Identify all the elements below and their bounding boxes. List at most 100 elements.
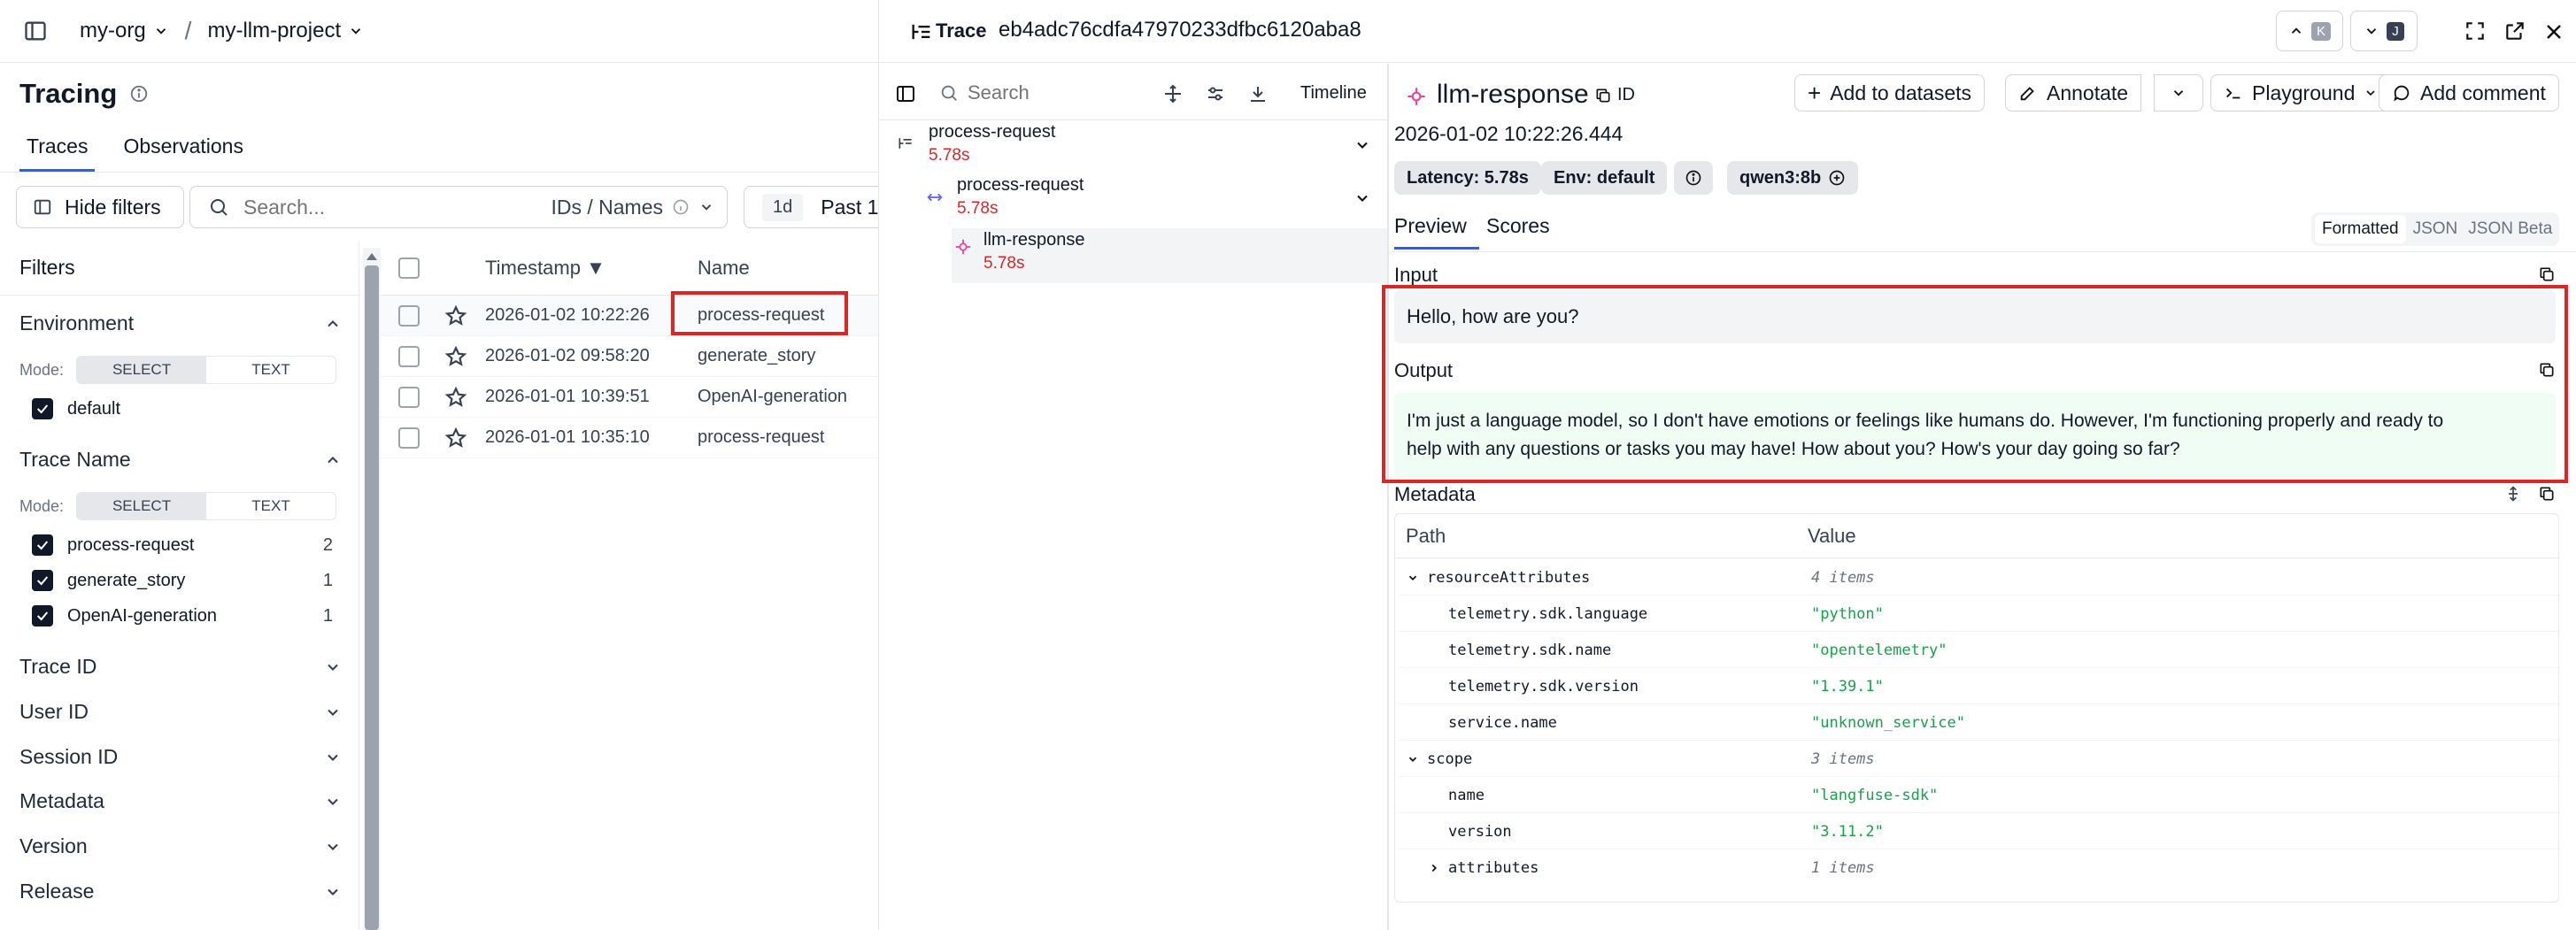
column-header-timestamp[interactable]: Timestamp ▼ bbox=[485, 257, 605, 280]
tab-preview[interactable]: Preview bbox=[1394, 214, 1479, 250]
move-icon[interactable] bbox=[1162, 83, 1184, 104]
checkbox-checked-icon[interactable] bbox=[32, 605, 53, 626]
search-box[interactable]: IDs / Names bbox=[189, 186, 728, 228]
info-icon[interactable] bbox=[129, 84, 149, 104]
sidebar-toggle-icon[interactable] bbox=[18, 13, 53, 49]
mode-select-toggle[interactable]: SELECT bbox=[77, 493, 207, 519]
playground-button[interactable]: Playground bbox=[2210, 74, 2392, 111]
filter-user-id[interactable]: User ID bbox=[19, 700, 342, 724]
annotate-button[interactable]: Annotate bbox=[2005, 74, 2142, 111]
tab-traces[interactable]: Traces bbox=[19, 129, 96, 172]
metadata-row[interactable]: telemetry.sdk.version "1.39.1" bbox=[1399, 669, 2560, 704]
column-header-name[interactable]: Name bbox=[698, 257, 750, 280]
metadata-row[interactable]: telemetry.sdk.language "python" bbox=[1399, 596, 2560, 632]
model-badge[interactable]: qwen3:8b bbox=[1727, 161, 1859, 195]
filter-metadata[interactable]: Metadata bbox=[19, 789, 342, 813]
open-external-icon[interactable] bbox=[2503, 19, 2526, 42]
metadata-row[interactable]: attributes 1 items bbox=[1399, 850, 2560, 886]
view-formatted[interactable]: Formatted bbox=[2315, 215, 2406, 243]
search-input[interactable] bbox=[243, 195, 509, 219]
view-json[interactable]: JSON bbox=[2410, 215, 2462, 243]
metadata-row[interactable]: telemetry.sdk.name "opentelemetry" bbox=[1399, 633, 2560, 668]
next-trace-button[interactable]: J bbox=[2350, 11, 2418, 51]
filter-environment[interactable]: Environment bbox=[19, 311, 342, 335]
close-icon[interactable] bbox=[2543, 21, 2564, 42]
metadata-row[interactable]: name "langfuse-sdk" bbox=[1399, 778, 2560, 813]
star-icon[interactable] bbox=[444, 345, 467, 368]
settings-sliders-icon[interactable] bbox=[1205, 83, 1226, 104]
row-checkbox[interactable] bbox=[398, 304, 420, 327]
search-mode-select[interactable]: IDs / Names bbox=[551, 196, 663, 219]
tab-observations[interactable]: Observations bbox=[116, 129, 251, 172]
filter-option[interactable]: OpenAI-generation 1 bbox=[32, 605, 333, 626]
divider bbox=[0, 172, 878, 173]
row-checkbox[interactable] bbox=[398, 386, 420, 408]
row-checkbox[interactable] bbox=[398, 427, 420, 449]
cell-name[interactable]: generate_story bbox=[698, 346, 815, 366]
select-all-checkbox[interactable] bbox=[398, 257, 420, 279]
hide-filters-label: Hide filters bbox=[65, 195, 161, 219]
chevron-up-icon bbox=[2288, 23, 2304, 39]
filter-session-id[interactable]: Session ID bbox=[19, 745, 342, 769]
copy-id-button[interactable]: ID bbox=[1594, 85, 1635, 105]
mode-select-toggle[interactable]: SELECT bbox=[77, 357, 207, 383]
metadata-key: resourceAttributes bbox=[1427, 568, 1591, 587]
tree-search-input[interactable] bbox=[968, 80, 1145, 106]
input-label: Input bbox=[1394, 264, 1438, 286]
chevron-down-icon[interactable] bbox=[1354, 136, 1371, 154]
filter-release[interactable]: Release bbox=[19, 880, 342, 903]
trace-panel: Trace eb4adc76cdfa47970233dfbc6120aba8 K… bbox=[878, 0, 2576, 930]
table-row[interactable]: 2026-01-01 10:35:10 process-request bbox=[381, 418, 878, 458]
filter-trace-name[interactable]: Trace Name bbox=[19, 448, 342, 472]
tab-scores[interactable]: Scores bbox=[1486, 214, 1550, 238]
tree-node-selected[interactable]: llm-response 5.78s bbox=[983, 230, 1084, 273]
metadata-row[interactable]: resourceAttributes 4 items bbox=[1399, 560, 2560, 596]
annotate-dropdown-button[interactable] bbox=[2154, 74, 2203, 111]
copy-icon[interactable] bbox=[2538, 265, 2556, 283]
tree-node[interactable]: process-request 5.78s bbox=[929, 122, 1055, 165]
checkbox-checked-icon[interactable] bbox=[32, 534, 53, 556]
project-switcher[interactable]: my-llm-project bbox=[207, 19, 364, 43]
view-json-beta[interactable]: JSON Beta bbox=[2464, 215, 2556, 243]
expand-all-icon[interactable] bbox=[2504, 485, 2522, 503]
button-label: Add to datasets bbox=[1830, 81, 1972, 104]
filter-version[interactable]: Version bbox=[19, 834, 342, 858]
time-range-button[interactable]: 1d Past 1 bbox=[744, 186, 885, 228]
star-icon[interactable] bbox=[444, 427, 467, 450]
info-badge[interactable] bbox=[1674, 161, 1713, 195]
mode-text-toggle[interactable]: TEXT bbox=[206, 493, 335, 519]
trace-tree-icon bbox=[909, 19, 934, 44]
cell-name[interactable]: process-request bbox=[698, 427, 824, 448]
copy-icon[interactable] bbox=[2538, 485, 2556, 503]
star-icon[interactable] bbox=[444, 304, 467, 327]
previous-trace-button[interactable]: K bbox=[2276, 11, 2343, 51]
metadata-row[interactable]: version "3.11.2" bbox=[1399, 814, 2560, 849]
checkbox-checked-icon[interactable] bbox=[32, 398, 53, 419]
add-comment-button[interactable]: Add comment bbox=[2379, 74, 2559, 111]
cell-name[interactable]: OpenAI-generation bbox=[698, 387, 847, 407]
metadata-row[interactable]: scope 3 items bbox=[1399, 742, 2560, 777]
chevron-down-icon bbox=[324, 749, 342, 766]
checkbox-checked-icon[interactable] bbox=[32, 570, 53, 591]
filter-option-default[interactable]: default bbox=[32, 398, 333, 419]
hide-filters-button[interactable]: Hide filters bbox=[16, 186, 184, 228]
scrollbar-thumb[interactable] bbox=[365, 265, 379, 930]
filter-option[interactable]: process-request 2 bbox=[32, 534, 333, 556]
org-switcher[interactable]: my-org bbox=[80, 19, 169, 43]
filter-trace-id[interactable]: Trace ID bbox=[19, 655, 342, 679]
table-row[interactable]: 2026-01-01 10:39:51 OpenAI-generation bbox=[381, 377, 878, 418]
tree-node[interactable]: process-request 5.78s bbox=[957, 175, 1084, 219]
download-icon[interactable] bbox=[1247, 83, 1269, 104]
add-to-datasets-button[interactable]: + Add to datasets bbox=[1794, 74, 1986, 111]
metadata-row[interactable]: service.name "unknown_service" bbox=[1399, 705, 2560, 741]
filter-option[interactable]: generate_story 1 bbox=[32, 570, 333, 591]
table-row[interactable]: 2026-01-02 09:58:20 generate_story bbox=[381, 336, 878, 377]
timeline-toggle[interactable]: Timeline bbox=[1300, 83, 1367, 104]
expand-icon[interactable] bbox=[2464, 19, 2487, 42]
star-icon[interactable] bbox=[444, 386, 467, 409]
mode-text-toggle[interactable]: TEXT bbox=[206, 357, 335, 383]
row-checkbox[interactable] bbox=[398, 345, 420, 367]
collapse-panel-icon[interactable] bbox=[895, 83, 916, 104]
scroll-up-icon[interactable] bbox=[363, 248, 381, 265]
chevron-down-icon[interactable] bbox=[1354, 189, 1371, 207]
